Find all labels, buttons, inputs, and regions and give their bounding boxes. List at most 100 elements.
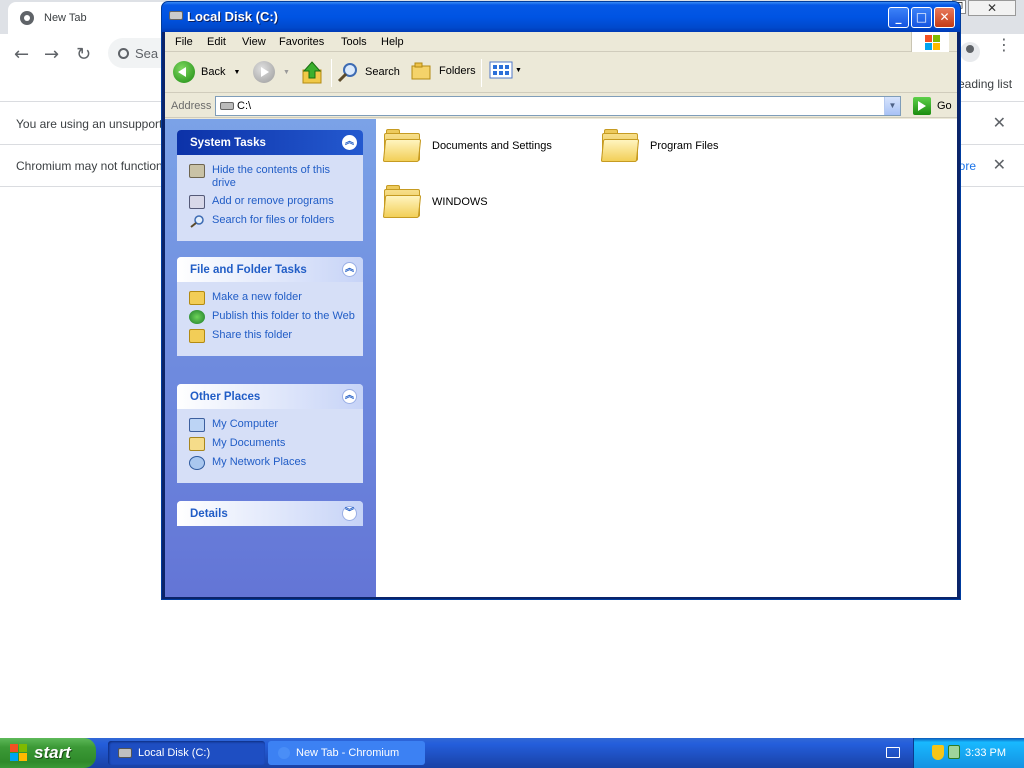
browser-tab-title: New Tab: [44, 12, 87, 24]
menu-file[interactable]: File: [175, 36, 193, 48]
address-input[interactable]: C:\ ▼: [215, 96, 901, 116]
forward-arrow-icon: [253, 61, 275, 83]
go-button[interactable]: Go: [907, 97, 952, 115]
taskbar-button-label: New Tab - Chromium: [296, 747, 400, 759]
folders-button[interactable]: Folders: [411, 61, 476, 81]
views-button[interactable]: ▼: [489, 61, 522, 79]
file-folder-tasks-title: File and Folder Tasks: [190, 264, 307, 276]
menu-help[interactable]: Help: [381, 36, 404, 48]
browser-reload-icon[interactable]: ↻: [76, 44, 91, 65]
task-share-folder[interactable]: Share this folder: [189, 329, 355, 343]
menu-tools[interactable]: Tools: [341, 36, 367, 48]
keyboard-icon[interactable]: [886, 747, 900, 758]
task-search-files[interactable]: Search for files or folders: [189, 214, 355, 228]
title-bar[interactable]: Local Disk (C:) _ □ ✕: [162, 2, 960, 32]
network-icon[interactable]: [948, 745, 960, 759]
task-label: Publish this folder to the Web: [212, 310, 355, 322]
clock[interactable]: 3:33 PM: [965, 747, 1006, 759]
other-places-title: Other Places: [190, 391, 261, 403]
my-documents-icon: [189, 437, 205, 451]
task-add-remove-programs[interactable]: Add or remove programs: [189, 195, 355, 209]
task-label: Search for files or folders: [212, 214, 335, 226]
forward-dropdown-icon[interactable]: ▼: [283, 69, 290, 76]
expand-chevron-icon[interactable]: ︾: [342, 506, 357, 521]
collapse-chevron-icon[interactable]: ︽: [342, 262, 357, 277]
globe-icon: [189, 310, 205, 324]
task-label: Hide the contents of this drive: [212, 164, 331, 189]
window-body: File Edit View Favorites Tools Help Back…: [165, 32, 957, 597]
back-dropdown-icon[interactable]: ▼: [233, 69, 240, 76]
folder-item[interactable]: WINDOWS: [382, 185, 488, 219]
up-folder-button[interactable]: [301, 61, 323, 85]
folder-icon: [382, 129, 422, 163]
close-button[interactable]: ✕: [934, 7, 955, 28]
task-label: Make a new folder: [212, 291, 302, 303]
menu-edit[interactable]: Edit: [207, 36, 226, 48]
browser-omnibox[interactable]: Sea: [108, 38, 168, 68]
infobar-close-icon[interactable]: ✕: [993, 155, 1006, 175]
search-button[interactable]: Search: [337, 61, 400, 83]
other-places-header[interactable]: Other Places ︽: [177, 384, 363, 409]
infobar-text: You are using an unsupport: [16, 117, 163, 131]
system-tasks-panel: System Tasks ︽ Hide the contents of this…: [177, 130, 363, 241]
folders-icon: [411, 62, 431, 80]
file-folder-tasks-header[interactable]: File and Folder Tasks ︽: [177, 257, 363, 282]
address-dropdown-icon[interactable]: ▼: [884, 97, 900, 115]
collapse-chevron-icon[interactable]: ︽: [342, 135, 357, 150]
taskbar-button-explorer[interactable]: Local Disk (C:): [108, 741, 265, 765]
folder-icon: [600, 129, 640, 163]
browser-menu-icon[interactable]: ⋮: [996, 37, 1012, 53]
go-label: Go: [937, 100, 952, 112]
forward-button[interactable]: ▼: [253, 61, 290, 83]
details-panel: Details ︾: [177, 501, 363, 526]
place-label: My Computer: [212, 418, 279, 430]
address-value: C:\: [237, 100, 252, 112]
browser-forward-icon[interactable]: →: [44, 44, 59, 65]
task-make-new-folder[interactable]: Make a new folder: [189, 291, 355, 305]
search-label: Search: [365, 66, 400, 78]
infobar-learn-more-link[interactable]: ore: [959, 159, 976, 173]
task-hide-contents[interactable]: Hide the contents of this drive: [189, 164, 355, 190]
details-header[interactable]: Details ︾: [177, 501, 363, 526]
maximize-button[interactable]: □: [911, 7, 932, 28]
task-publish-web[interactable]: Publish this folder to the Web: [189, 310, 355, 324]
start-label: start: [34, 743, 71, 762]
my-computer-icon: [189, 418, 205, 432]
window-title: Local Disk (C:): [187, 9, 279, 24]
back-button[interactable]: Back ▼: [173, 61, 240, 83]
profile-icon[interactable]: [960, 42, 980, 62]
place-my-documents[interactable]: My Documents: [189, 437, 355, 451]
folder-label: Program Files: [650, 140, 719, 152]
task-label: Add or remove programs: [212, 195, 334, 207]
windows-flag-icon: [10, 744, 28, 762]
globe-icon: [20, 11, 34, 25]
place-my-network-places[interactable]: My Network Places: [189, 456, 355, 470]
system-tasks-header[interactable]: System Tasks ︽: [177, 130, 363, 155]
reading-list-button[interactable]: eading list: [958, 77, 1012, 91]
place-my-computer[interactable]: My Computer: [189, 418, 355, 432]
minimize-button[interactable]: _: [888, 7, 909, 28]
system-tasks-title: System Tasks: [190, 137, 266, 149]
menu-view[interactable]: View: [242, 36, 266, 48]
views-dropdown-icon[interactable]: ▼: [515, 67, 522, 74]
drive-icon: [118, 748, 132, 758]
folder-item[interactable]: Documents and Settings: [382, 129, 552, 163]
browser-close-button[interactable]: ✕: [968, 0, 1016, 16]
search-icon: [337, 63, 357, 83]
toolbar-separator: [481, 59, 482, 87]
collapse-chevron-icon[interactable]: ︽: [342, 389, 357, 404]
start-button[interactable]: start: [0, 738, 96, 768]
hide-contents-icon: [189, 164, 205, 178]
file-folder-tasks-panel: File and Folder Tasks ︽ Make a new folde…: [177, 257, 363, 356]
up-folder-icon: [302, 61, 322, 84]
details-title: Details: [190, 508, 228, 520]
security-shield-icon[interactable]: [932, 745, 944, 760]
folder-item[interactable]: Program Files: [600, 129, 719, 163]
menu-favorites[interactable]: Favorites: [279, 36, 324, 48]
browser-omnibox-text: Sea: [135, 45, 159, 61]
infobar-close-icon[interactable]: ✕: [993, 113, 1006, 133]
browser-back-icon[interactable]: ←: [14, 44, 29, 65]
place-label: My Network Places: [212, 456, 307, 468]
taskbar-button-chromium[interactable]: New Tab - Chromium: [268, 741, 425, 765]
taskbar-button-label: Local Disk (C:): [138, 747, 211, 759]
